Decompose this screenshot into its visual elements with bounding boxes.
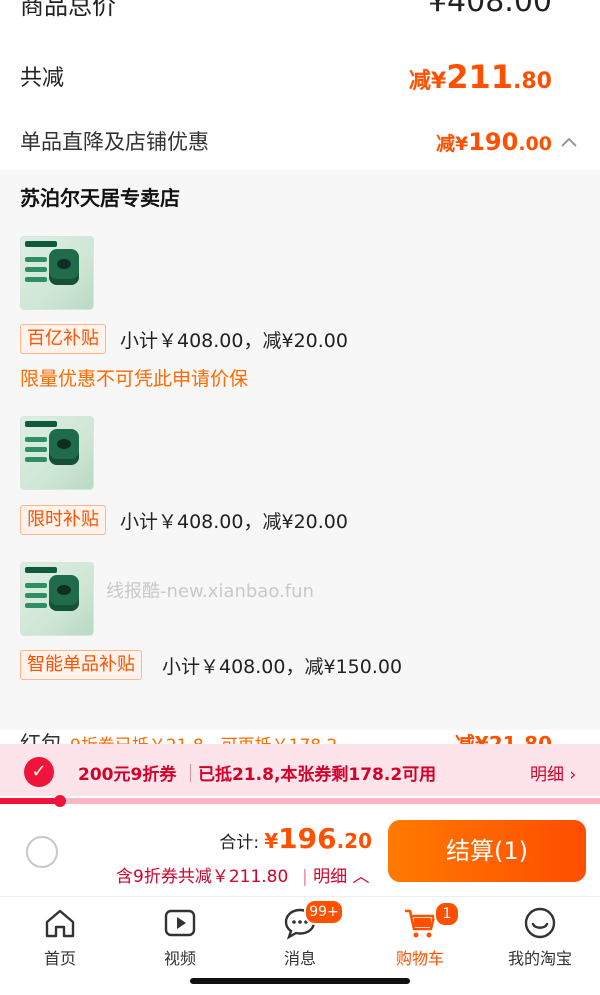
total-integer: 196 — [278, 822, 337, 855]
item-badge: 限时补贴 — [20, 505, 106, 535]
total-currency: ¥ — [264, 829, 279, 853]
cart-icon — [405, 909, 436, 938]
tab-profile[interactable]: 我的淘宝 — [480, 897, 600, 995]
coupon-detail-link-label: 明细 — [530, 765, 564, 785]
tab-cart-label: 购物车 — [395, 949, 444, 968]
checkout-button[interactable]: 结算(1) — [388, 820, 586, 882]
item-badge: 百亿补贴 — [20, 324, 106, 354]
total-discount-label: 共减 — [20, 66, 65, 91]
profile-icon — [524, 907, 556, 939]
home-indicator — [190, 978, 410, 984]
checkout-total: 合计: ¥196.20 — [219, 822, 372, 855]
total-discount-decimal: .80 — [513, 69, 552, 94]
coupon-progress-track — [0, 798, 600, 804]
total-discount-value: 减¥211.80 — [409, 58, 552, 96]
tab-home-label: 首页 — [43, 949, 76, 968]
tab-video-label: 视频 — [163, 949, 196, 968]
cart-count-badge: 1 — [434, 901, 460, 927]
tab-messages-label: 消息 — [283, 949, 316, 968]
saving-detail-link[interactable]: | 明细 ︿ — [302, 862, 370, 887]
total-price-value: ¥408.00 — [427, 0, 552, 19]
message-count-badge: 99+ — [304, 899, 344, 925]
total-label: 合计: — [219, 833, 260, 853]
home-icon — [45, 909, 75, 938]
coupon-progress-fill — [0, 798, 60, 804]
item-note: 限量优惠不可凭此申请价保 — [20, 368, 249, 390]
shop-name: 苏泊尔天居专卖店 — [20, 186, 180, 210]
saving-detail-label: 明细 — [313, 867, 348, 887]
saving-summary: 含9折券共减￥211.80 — [116, 867, 289, 887]
item-discount-value[interactable]: 减¥190.00 — [436, 128, 552, 156]
item-discount-decimal: .00 — [518, 133, 552, 155]
product-thumbnail[interactable] — [20, 416, 94, 490]
chevron-up-icon: ︿ — [352, 867, 370, 887]
coupon-detail: 已抵21.8,本张券剩178.2可用 — [198, 765, 437, 785]
item-badge: 智能单品补贴 — [20, 650, 142, 680]
coupon-title: 200元9折券 — [78, 765, 177, 785]
tab-home[interactable]: 首页 — [0, 897, 120, 995]
total-discount-integer: 211 — [446, 58, 514, 96]
item-subtotal: 小计￥408.00，减¥20.00 — [120, 511, 348, 533]
product-thumbnail[interactable] — [20, 236, 94, 310]
item-subtotal: 小计￥408.00，减¥150.00 — [162, 656, 403, 678]
item-discount-integer: 190 — [468, 128, 519, 156]
product-thumbnail[interactable] — [20, 562, 94, 636]
total-price-label: 商品总价 — [20, 0, 116, 20]
tab-profile-label: 我的淘宝 — [507, 949, 572, 968]
video-icon — [164, 909, 196, 937]
watermark-text: 线报酷-new.xianbao.fun — [106, 581, 314, 602]
check-icon[interactable]: ✓ — [24, 757, 54, 787]
chevron-up-icon[interactable] — [558, 132, 580, 152]
total-discount-prefix: 减¥ — [408, 69, 447, 94]
coupon-detail-link[interactable]: 明细 › — [530, 760, 576, 785]
coupon-divider — [190, 764, 191, 782]
saving-divider: | — [302, 867, 308, 887]
coupon-progress-knob — [54, 795, 66, 807]
item-discount-label: 单品直降及店铺优惠 — [20, 130, 209, 154]
total-decimal: .20 — [336, 829, 372, 853]
select-all-checkbox[interactable] — [26, 836, 58, 868]
chevron-right-icon: › — [569, 765, 577, 785]
item-discount-prefix: 减¥ — [435, 133, 469, 155]
item-subtotal: 小计￥408.00，减¥20.00 — [120, 330, 348, 352]
